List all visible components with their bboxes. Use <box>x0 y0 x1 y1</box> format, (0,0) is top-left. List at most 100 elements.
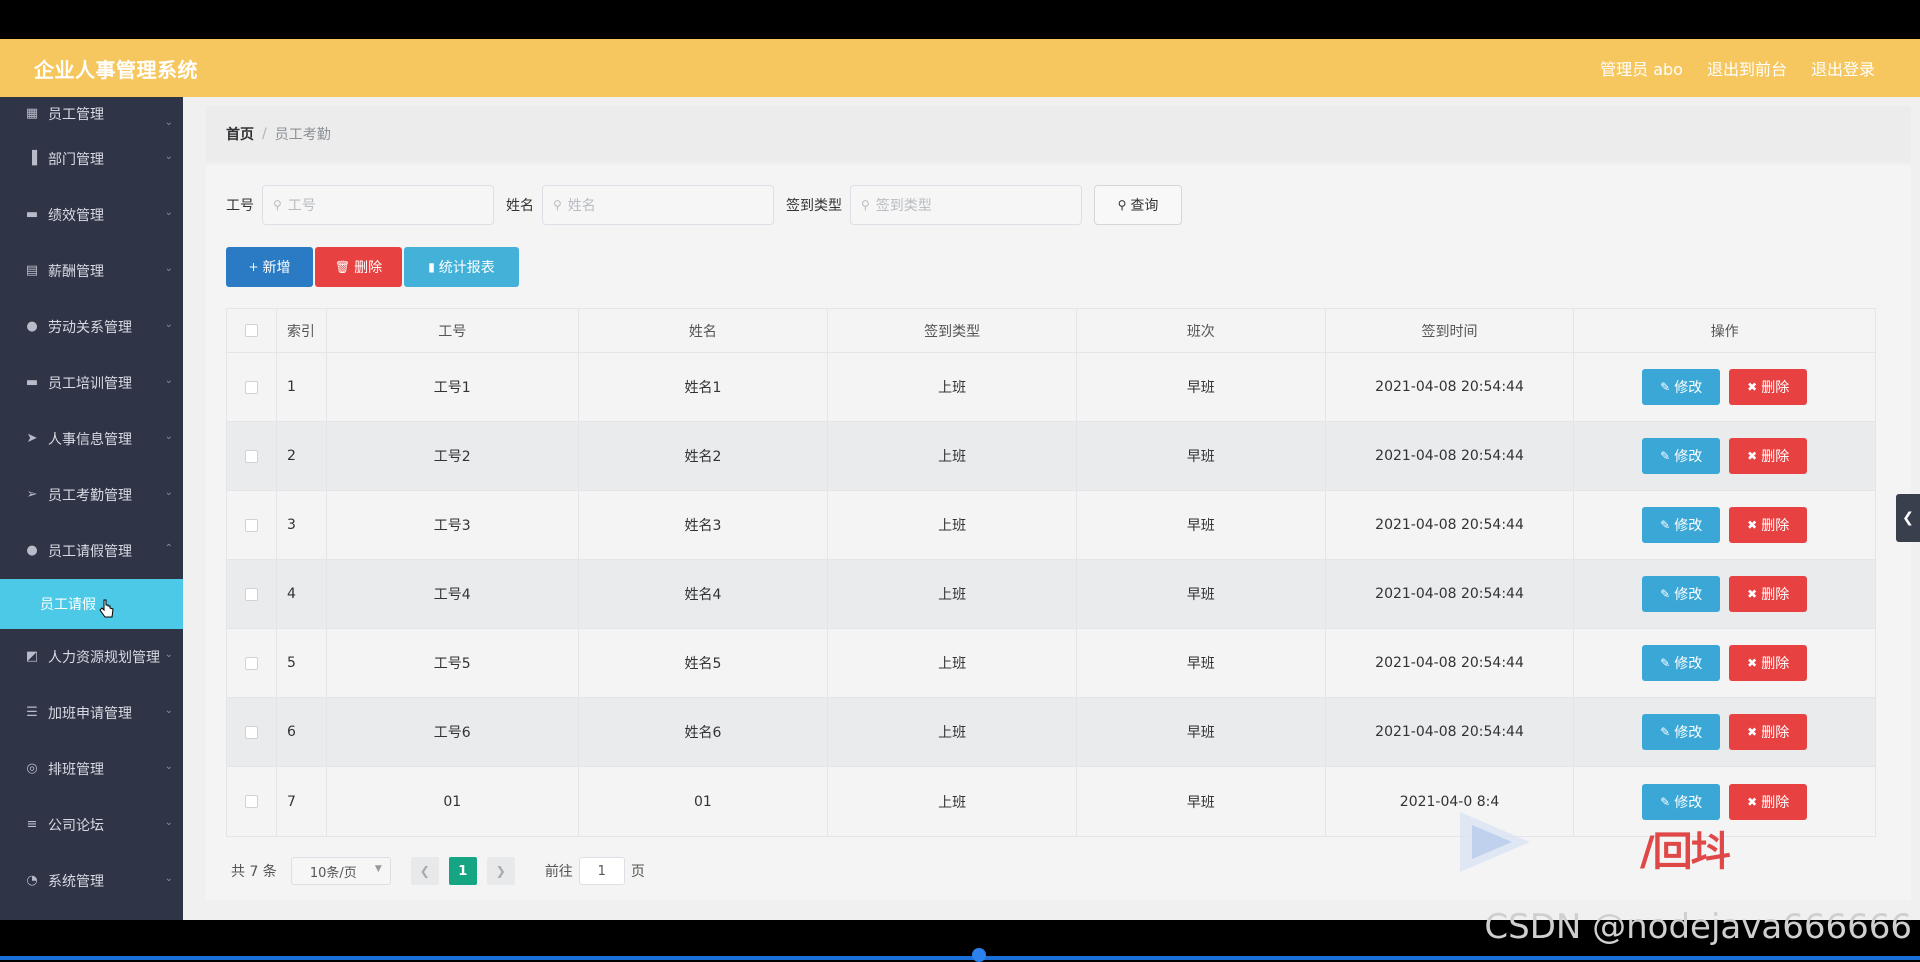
row-checkbox-cell <box>227 698 277 766</box>
cell-shift: 早班 <box>1077 422 1326 490</box>
batch-delete-button[interactable]: 🗑 删除 <box>315 247 402 287</box>
row-checkbox[interactable] <box>245 657 258 670</box>
app-frame: 企业人事管理系统 管理员 abo 退出到前台 退出登录 ▦员工管理⌄▐部门管理⌄… <box>0 39 1920 920</box>
sidebar-item[interactable]: ◩人力资源规划管理⌄ <box>0 629 183 685</box>
edit-button-label: 修改 <box>1674 446 1702 466</box>
cell-no: 工号4 <box>327 560 579 628</box>
chevron-down-icon: ⌄ <box>165 705 173 716</box>
collapse-panel-toggle[interactable]: ❮ <box>1896 494 1920 542</box>
cell-index: 7 <box>277 767 327 836</box>
name-placeholder: 姓名 <box>568 195 596 215</box>
table-row: 70101上班早班2021-04-0 8:4✎修改✖删除 <box>227 767 1875 836</box>
trash-icon: ✖ <box>1747 380 1757 394</box>
row-delete-button-label: 删除 <box>1761 446 1789 466</box>
edit-button[interactable]: ✎修改 <box>1642 645 1720 681</box>
row-delete-button[interactable]: ✖删除 <box>1729 576 1807 612</box>
goto-page-input[interactable]: 1 <box>579 857 625 885</box>
pencil-icon: ✎ <box>1660 795 1670 809</box>
sidebar-item[interactable]: ◔系统管理⌄ <box>0 853 183 909</box>
sidebar-subitem-active[interactable]: 员工请假 <box>0 579 183 629</box>
chevron-down-icon: ⌄ <box>165 207 173 218</box>
no-label: 工号 <box>226 195 254 215</box>
sidebar-item-label: 人事信息管理 <box>48 429 132 449</box>
type-placeholder: 签到类型 <box>876 195 932 215</box>
table-row: 2工号2姓名2上班早班2021-04-08 20:54:44✎修改✖删除 <box>227 422 1875 491</box>
row-delete-button[interactable]: ✖删除 <box>1729 784 1807 820</box>
sidebar-item-label: 绩效管理 <box>48 205 104 225</box>
edit-button[interactable]: ✎修改 <box>1642 714 1720 750</box>
name-search-input[interactable]: ⚲ 姓名 <box>542 185 774 225</box>
cell-shift: 早班 <box>1077 629 1326 697</box>
video-progress-bar[interactable] <box>0 956 1920 960</box>
edit-button[interactable]: ✎修改 <box>1642 784 1720 820</box>
sidebar-item[interactable]: ●劳动关系管理⌄ <box>0 299 183 355</box>
row-checkbox-cell <box>227 491 277 559</box>
row-delete-button[interactable]: ✖删除 <box>1729 438 1807 474</box>
select-all-checkbox[interactable] <box>245 324 258 337</box>
edit-button[interactable]: ✎修改 <box>1642 576 1720 612</box>
edit-button[interactable]: ✎修改 <box>1642 507 1720 543</box>
logout-link[interactable]: 退出登录 <box>1811 56 1875 80</box>
row-checkbox[interactable] <box>245 726 258 739</box>
sidebar-item[interactable]: ➤人事信息管理⌄ <box>0 411 183 467</box>
add-button[interactable]: + 新增 <box>226 247 313 287</box>
row-delete-button[interactable]: ✖删除 <box>1729 645 1807 681</box>
chevron-left-icon: ❮ <box>1902 510 1914 526</box>
row-delete-button-label: 删除 <box>1761 377 1789 397</box>
sidebar-item[interactable]: ▐部门管理⌄ <box>0 131 183 187</box>
row-delete-button[interactable]: ✖删除 <box>1729 714 1807 750</box>
to-front-link[interactable]: 退出到前台 <box>1707 56 1787 80</box>
row-checkbox[interactable] <box>245 381 258 394</box>
sidebar-item[interactable]: ☰加班申请管理⌄ <box>0 685 183 741</box>
sidebar-item[interactable]: ▦员工管理⌄ <box>0 97 183 131</box>
next-page-button[interactable]: ❯ <box>487 857 515 885</box>
csdn-watermark: CSDN @nodejava666666 <box>1484 907 1912 947</box>
cell-time: 2021-04-08 20:54:44 <box>1326 698 1575 766</box>
row-delete-button-label: 删除 <box>1761 722 1789 742</box>
query-label: 查询 <box>1130 195 1158 215</box>
no-search-input[interactable]: ⚲ 工号 <box>262 185 494 225</box>
chevron-down-icon: ⌄ <box>165 375 173 386</box>
row-checkbox[interactable] <box>245 450 258 463</box>
row-checkbox[interactable] <box>245 795 258 808</box>
sidebar-item[interactable]: ▤薪酬管理⌄ <box>0 243 183 299</box>
cell-shift: 早班 <box>1077 698 1326 766</box>
page-size-select[interactable]: 10条/页 ▼ <box>291 857 391 885</box>
trash-icon: ✖ <box>1747 656 1757 670</box>
header-name: 姓名 <box>579 309 829 352</box>
current-page[interactable]: 1 <box>449 857 477 885</box>
type-search-input[interactable]: ⚲ 签到类型 <box>850 185 1082 225</box>
edit-button[interactable]: ✎修改 <box>1642 438 1720 474</box>
sidebar-item-label: 劳动关系管理 <box>48 317 132 337</box>
breadcrumb-home[interactable]: 首页 <box>226 124 254 144</box>
play-watermark-icon <box>1450 807 1540 877</box>
cell-no: 01 <box>327 767 579 836</box>
search-icon: ⚲ <box>273 198 282 212</box>
cell-name: 姓名6 <box>579 698 829 766</box>
sidebar-item[interactable]: ≡公司论坛⌄ <box>0 797 183 853</box>
sidebar-item[interactable]: ➢员工考勤管理⌄ <box>0 467 183 523</box>
row-delete-button[interactable]: ✖ 删除 <box>1729 369 1807 405</box>
cell-index: 5 <box>277 629 327 697</box>
report-button[interactable]: ▮ 统计报表 <box>404 247 519 287</box>
row-delete-button[interactable]: ✖删除 <box>1729 507 1807 543</box>
row-checkbox-cell <box>227 629 277 697</box>
cell-time: 2021-04-08 20:54:44 <box>1326 491 1575 559</box>
table-row: 3工号3姓名3上班早班2021-04-08 20:54:44✎修改✖删除 <box>227 491 1875 560</box>
sidebar-item[interactable]: ▬绩效管理⌄ <box>0 187 183 243</box>
row-checkbox[interactable] <box>245 519 258 532</box>
top-header: 企业人事管理系统 管理员 abo 退出到前台 退出登录 <box>0 39 1920 97</box>
cell-name: 姓名1 <box>579 353 829 421</box>
query-button[interactable]: ⚲ 查询 <box>1094 185 1182 225</box>
edit-button[interactable]: ✎修改 <box>1642 369 1720 405</box>
pencil-icon: ✎ <box>1660 725 1670 739</box>
sidebar-item[interactable]: ◎排班管理⌄ <box>0 741 183 797</box>
sidebar-item[interactable]: ▬员工培训管理⌄ <box>0 355 183 411</box>
cell-name: 姓名4 <box>579 560 829 628</box>
chevron-down-icon: ⌄ <box>165 319 173 330</box>
prev-page-button[interactable]: ❮ <box>411 857 439 885</box>
sidebar-item-label: 员工考勤管理 <box>48 485 132 505</box>
sidebar-item[interactable]: ●员工请假管理⌃ <box>0 523 183 579</box>
row-delete-button-label: 删除 <box>1761 515 1789 535</box>
row-checkbox[interactable] <box>245 588 258 601</box>
